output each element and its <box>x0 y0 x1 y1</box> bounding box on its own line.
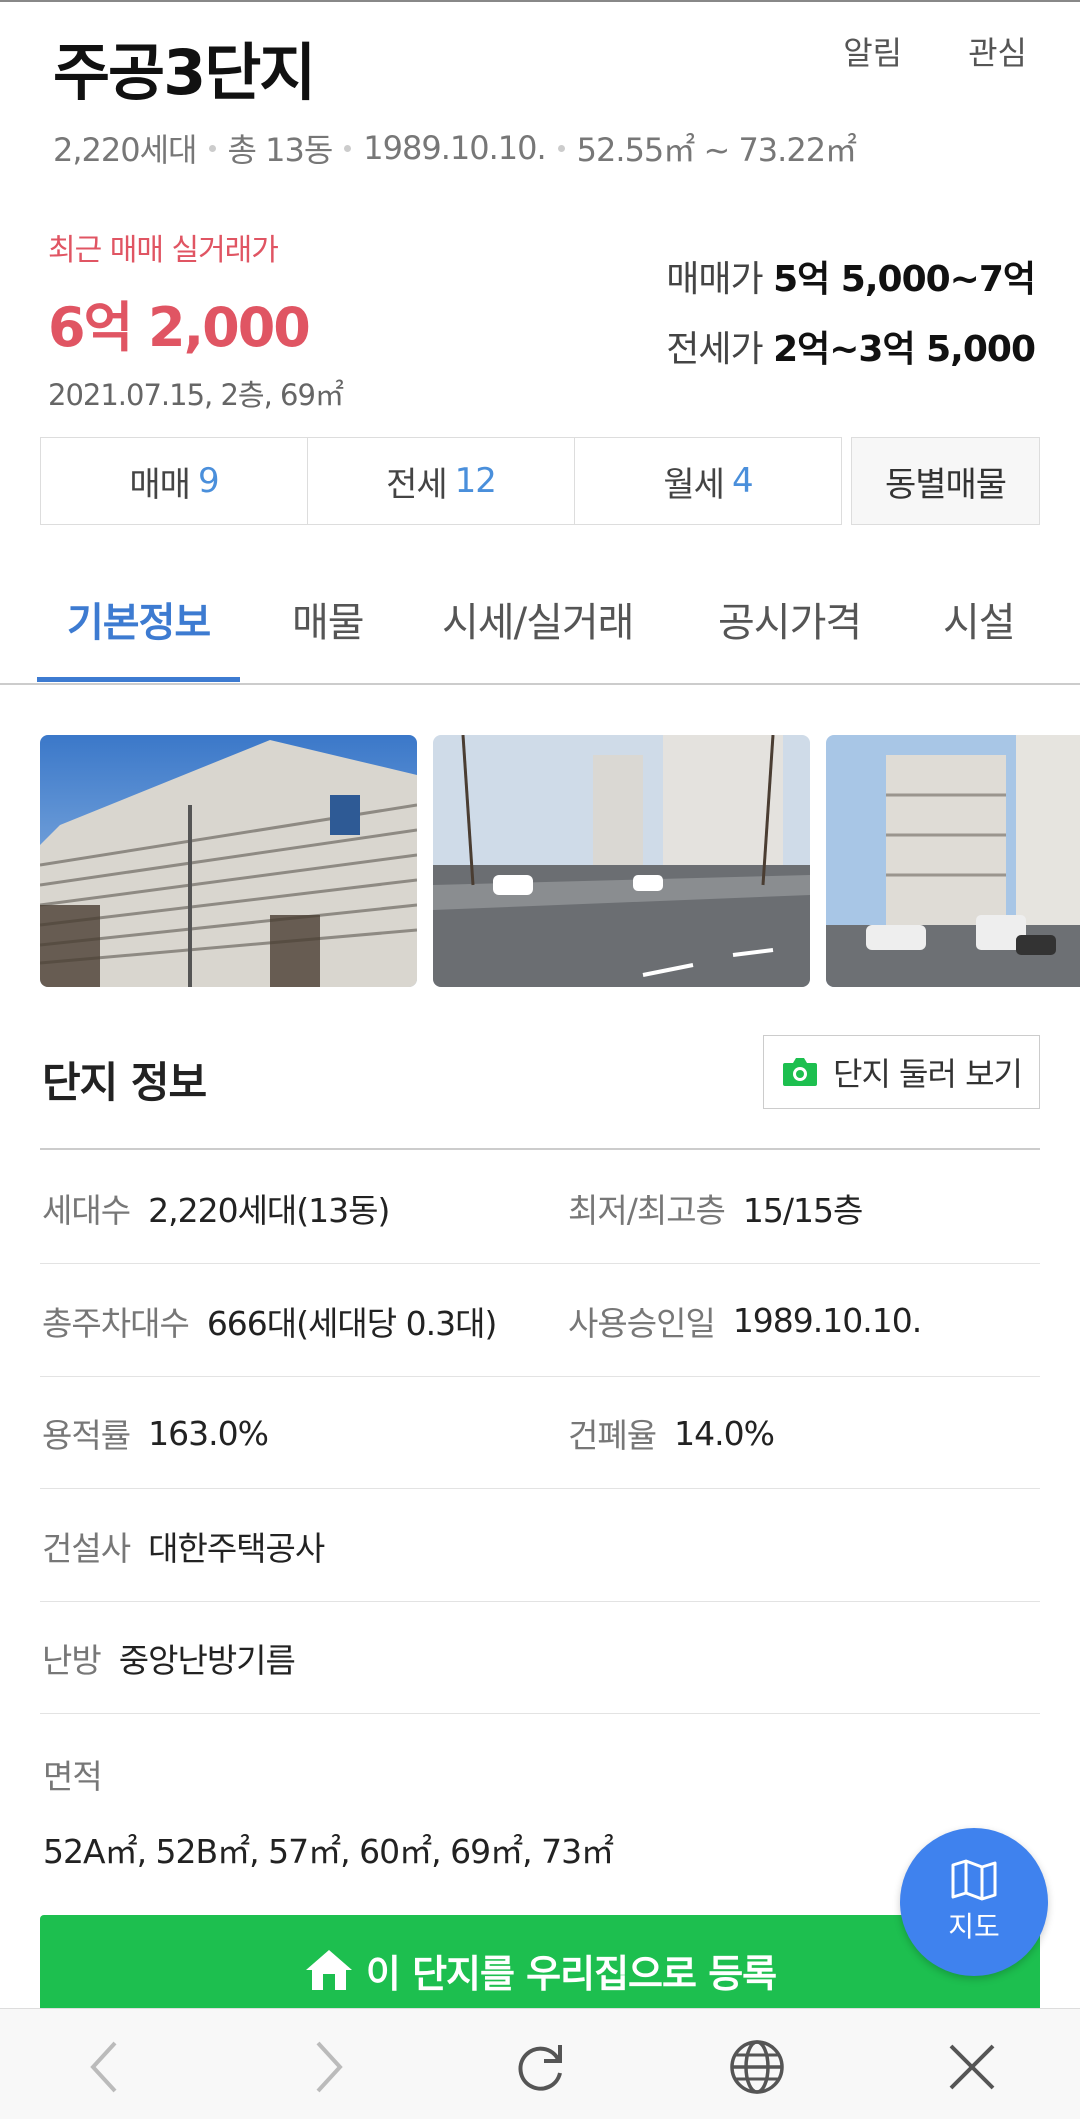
top-actions: 알림 관심 <box>843 28 1027 74</box>
recent-trade-label: 최근 매매 실거래가 <box>48 233 279 268</box>
tab-monthly-rent-label: 월세 <box>663 464 725 505</box>
map-button-label: 지도 <box>948 1910 1000 1943</box>
info-row-households: 세대수 2,220세대(13동) 최저/최고층 15/15층 <box>40 1152 1040 1264</box>
sale-price-value: 5억 5,000~7억 <box>773 259 1036 300</box>
info-row-heating: 난방 중앙난방기름 <box>40 1602 1040 1714</box>
reload-icon <box>518 2045 562 2091</box>
tab-sale[interactable]: 매매 9 <box>41 438 308 524</box>
section-tabs: 기본정보 매물 시세/실거래 공시가격 시설 <box>0 560 1080 685</box>
camera-icon <box>783 1058 817 1086</box>
area-value: 52A㎡, 52B㎡, 57㎡, 60㎡, 69㎡, 73㎡ <box>43 1832 614 1871</box>
complex-meta: 2,220세대 총 13동 1989.10.10. 52.55㎡ ~ 73.22… <box>53 125 857 171</box>
info-key: 건설사 <box>42 1528 131 1568</box>
info-key: 세대수 <box>42 1191 131 1230</box>
complex-header: 주공3단지 알림 관심 2,220세대 총 13동 1989.10.10. 52… <box>0 0 1080 190</box>
recent-trade-price: 6억 2,000 <box>48 296 311 359</box>
globe-button[interactable] <box>727 2037 787 2097</box>
meta-separator <box>557 144 565 152</box>
tab-jeonse[interactable]: 전세 12 <box>308 438 575 524</box>
info-heating: 난방 중앙난방기름 <box>42 1602 296 1714</box>
page-title: 주공3단지 <box>53 36 316 109</box>
close-button[interactable] <box>942 2037 1002 2097</box>
globe-icon <box>730 2040 784 2094</box>
sale-price-label: 매매가 <box>666 259 763 300</box>
info-key: 총주차대수 <box>42 1303 190 1343</box>
map-button[interactable]: 지도 <box>900 1828 1048 1976</box>
close-icon <box>949 2044 995 2090</box>
info-value: 2,220세대(13동) <box>148 1191 390 1230</box>
register-home-label: 이 단지를 우리집으로 등록 <box>365 1951 777 1996</box>
complex-tour-label: 단지 둘러 보기 <box>833 1055 1023 1093</box>
jeonse-price-label: 전세가 <box>666 329 763 370</box>
area-label: 면적 <box>43 1757 103 1796</box>
chevron-left-icon <box>90 2041 117 2093</box>
complex-info-header: 단지 정보 단지 둘러 보기 <box>40 1035 1040 1150</box>
complex-photo[interactable] <box>826 735 1080 987</box>
complex-photo[interactable] <box>40 735 417 987</box>
meta-separator <box>208 144 216 152</box>
info-households: 세대수 2,220세대(13동) <box>42 1152 390 1264</box>
alarm-button[interactable]: 알림 <box>843 28 902 74</box>
tab-listings-by-building[interactable]: 동별매물 <box>851 437 1040 525</box>
info-key: 사용승인일 <box>568 1303 716 1343</box>
tab-basic-info[interactable]: 기본정보 <box>67 590 211 648</box>
info-key: 건폐율 <box>568 1416 657 1455</box>
info-parking: 총주차대수 666대(세대당 0.3대) <box>42 1264 498 1377</box>
info-approval-date: 사용승인일 1989.10.10. <box>568 1264 922 1377</box>
info-floor-area-ratio: 용적률 163.0% <box>42 1377 269 1489</box>
tab-jeonse-count: 12 <box>454 461 497 501</box>
info-builder: 건설사 대한주택공사 <box>42 1489 325 1602</box>
meta-separator <box>344 144 352 152</box>
price-range: 매매가 5억 5,000~7억 전세가 2억~3억 5,000 <box>666 250 1036 390</box>
complex-info-title: 단지 정보 <box>42 1058 207 1107</box>
info-building-coverage: 건폐율 14.0% <box>568 1377 775 1489</box>
back-button[interactable] <box>75 2037 135 2097</box>
tab-official-price[interactable]: 공시가격 <box>718 590 862 648</box>
tab-monthly-rent-count: 4 <box>731 461 754 501</box>
tab-market-price[interactable]: 시세/실거래 <box>442 590 634 648</box>
meta-area-range: 52.55㎡ ~ 73.22㎡ <box>576 131 857 169</box>
jeonse-price-value: 2억~3억 5,000 <box>773 329 1036 370</box>
info-floors: 최저/최고층 15/15층 <box>568 1152 863 1264</box>
meta-households: 2,220세대 <box>53 131 197 169</box>
browser-toolbar <box>0 2008 1080 2119</box>
sale-price-row: 매매가 5억 5,000~7억 <box>666 250 1036 302</box>
photo-carousel[interactable] <box>0 735 1080 987</box>
jeonse-price-row: 전세가 2억~3억 5,000 <box>666 320 1036 372</box>
info-value: 15/15층 <box>742 1191 863 1230</box>
recent-trade: 최근 매매 실거래가 6억 2,000 2021.07.15, 2층, 69㎡ <box>48 225 344 414</box>
info-row-builder: 건설사 대한주택공사 <box>40 1489 1040 1602</box>
active-tab-indicator <box>37 677 240 682</box>
tab-listings[interactable]: 매물 <box>292 590 365 648</box>
info-key: 용적률 <box>42 1416 131 1455</box>
info-value: 대한주택공사 <box>148 1528 325 1568</box>
favorite-button[interactable]: 관심 <box>968 28 1027 74</box>
reload-button[interactable] <box>510 2037 570 2097</box>
recent-trade-info: 2021.07.15, 2층, 69㎡ <box>48 378 344 412</box>
info-value: 1989.10.10. <box>732 1301 922 1340</box>
info-key: 난방 <box>42 1641 102 1680</box>
home-icon <box>305 1950 352 1990</box>
info-value: 666대(세대당 0.3대) <box>206 1303 498 1343</box>
map-icon <box>951 1859 997 1901</box>
info-value: 중앙난방기름 <box>118 1641 296 1680</box>
meta-approval-date: 1989.10.10. <box>363 129 546 167</box>
tab-facilities[interactable]: 시설 <box>943 590 1016 648</box>
forward-button[interactable] <box>298 2037 358 2097</box>
chevron-right-icon <box>316 2041 343 2093</box>
info-value: 14.0% <box>674 1413 775 1453</box>
tab-monthly-rent[interactable]: 월세 4 <box>575 438 841 524</box>
info-value: 163.0% <box>148 1413 269 1453</box>
complex-photo[interactable] <box>433 735 810 987</box>
tab-sale-count: 9 <box>197 461 220 501</box>
tab-jeonse-label: 전세 <box>386 464 448 505</box>
meta-buildings: 총 13동 <box>227 131 334 169</box>
info-key: 최저/최고층 <box>568 1191 726 1230</box>
info-row-parking: 총주차대수 666대(세대당 0.3대) 사용승인일 1989.10.10. <box>40 1264 1040 1377</box>
complex-tour-button[interactable]: 단지 둘러 보기 <box>763 1035 1040 1109</box>
deal-type-tabs: 매매 9 전세 12 월세 4 동별매물 <box>40 437 1040 525</box>
deal-tab-group: 매매 9 전세 12 월세 4 <box>40 437 842 525</box>
tab-sale-label: 매매 <box>129 464 191 505</box>
info-row-ratios: 용적률 163.0% 건폐율 14.0% <box>40 1377 1040 1489</box>
